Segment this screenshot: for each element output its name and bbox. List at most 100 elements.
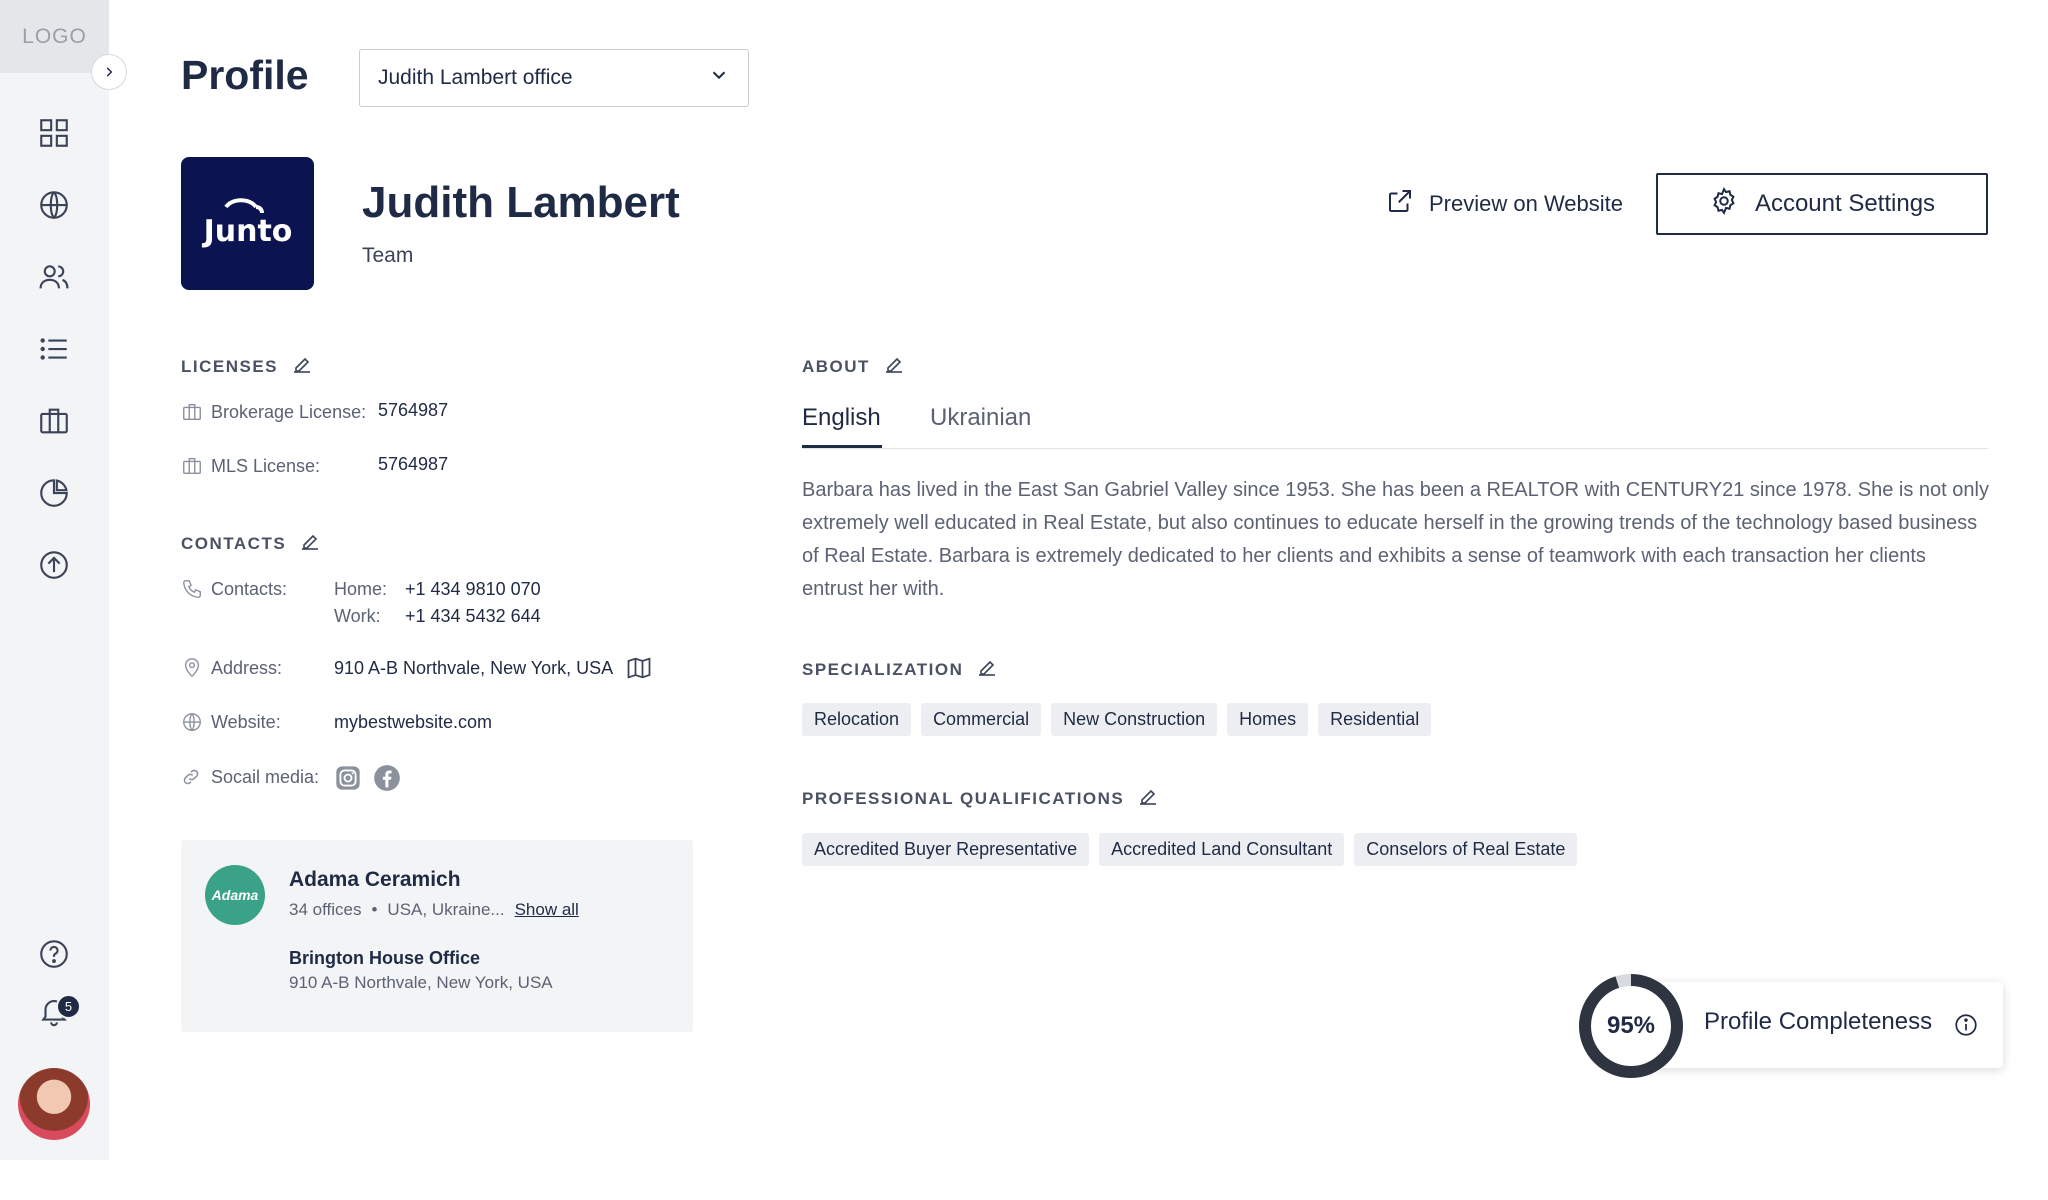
edit-qualifications-icon[interactable]: [1136, 784, 1160, 813]
upload-circle-icon[interactable]: [34, 545, 74, 585]
dashboard-grid-icon[interactable]: [34, 113, 74, 153]
svg-text:Junto: Junto: [201, 214, 292, 249]
specialization-chips: Relocation Commercial New Construction H…: [802, 703, 1432, 736]
edit-contacts-icon[interactable]: [298, 529, 322, 558]
specialization-section-heading: SPECIALIZATION: [802, 655, 999, 684]
account-settings-label: Account Settings: [1754, 190, 1936, 217]
contacts-label: Contacts:: [211, 578, 288, 599]
organization-name: Adama Ceramich: [289, 868, 461, 891]
map-icon[interactable]: [625, 654, 653, 687]
pie-chart-icon[interactable]: [34, 473, 74, 513]
about-language-tabs: English Ukrainian: [802, 398, 1988, 449]
home-phone-label: Home:: [334, 579, 388, 599]
sidebar: LOGO 5: [0, 0, 109, 1160]
brokerage-license-row: Brokerage License:: [181, 400, 366, 424]
organization-locations: USA, Ukraine...: [387, 900, 505, 919]
organization-meta: 34 offices • USA, Ukraine... Show all: [289, 900, 579, 920]
specialization-chip: Relocation: [802, 703, 912, 736]
organization-logo: Adama: [205, 865, 265, 925]
license-icon: [181, 454, 205, 478]
license-icon: [181, 400, 205, 424]
tab-english[interactable]: English: [802, 404, 881, 432]
specialization-heading: SPECIALIZATION: [802, 659, 964, 679]
profile-name: Judith Lambert: [362, 178, 680, 227]
organization-card[interactable]: Adama Adama Ceramich 34 offices • USA, U…: [181, 840, 693, 1032]
qualification-chip: Accredited Buyer Representative: [802, 833, 1090, 866]
about-section-heading: ABOUT: [802, 352, 906, 381]
edit-specialization-icon[interactable]: [975, 655, 999, 684]
website-row: Website:: [181, 710, 281, 734]
globe-icon: [181, 710, 205, 734]
contacts-heading: CONTACTS: [181, 533, 287, 553]
website-label: Website:: [211, 711, 281, 732]
link-icon: [181, 765, 205, 789]
show-all-link[interactable]: Show all: [515, 900, 579, 920]
user-avatar[interactable]: [18, 1068, 90, 1140]
contacts-section-heading: CONTACTS: [181, 529, 322, 558]
address-row: Address:: [181, 656, 282, 680]
qualification-chip: Conselors of Real Estate: [1354, 833, 1578, 866]
website-link[interactable]: mybestwebsite.com: [334, 712, 492, 733]
active-tab-indicator: [802, 445, 882, 448]
about-text: Barbara has lived in the East San Gabrie…: [802, 479, 1989, 600]
work-phone-label: Work:: [334, 606, 381, 626]
chevron-down-icon: [708, 64, 730, 92]
specialization-chip: New Construction: [1051, 703, 1218, 736]
licenses-section-heading: LICENSES: [181, 352, 314, 381]
home-phone-value[interactable]: +1 434 9810 070: [405, 579, 541, 600]
organization-offices: 34 offices: [289, 900, 362, 919]
edit-licenses-icon[interactable]: [290, 352, 314, 381]
sidebar-expand-button[interactable]: [91, 54, 127, 90]
branch-name: Brington House Office: [289, 948, 481, 968]
instagram-icon[interactable]: [334, 764, 362, 797]
edit-about-icon[interactable]: [882, 352, 906, 381]
licenses-heading: LICENSES: [181, 356, 279, 376]
brokerage-license-label: Brokerage License:: [211, 401, 367, 422]
tab-ukrainian[interactable]: Ukrainian: [930, 404, 1031, 432]
qualifications-section-heading: PROFESSIONAL QUALIFICATIONS: [802, 784, 1160, 813]
junto-logo-icon: Junto: [201, 197, 292, 249]
preview-on-website-link[interactable]: Preview on Website: [1385, 186, 1623, 222]
notification-count-badge: 5: [56, 994, 81, 1019]
facebook-icon[interactable]: [373, 764, 401, 797]
external-link-icon: [1385, 186, 1415, 222]
organization-logo-text: Adama: [211, 887, 259, 903]
globe-icon[interactable]: [34, 185, 74, 225]
social-media-row: Socail media:: [181, 765, 319, 789]
location-pin-icon: [181, 656, 205, 680]
qualifications-chips: Accredited Buyer Representative Accredit…: [802, 833, 1578, 866]
address-value: 910 A-B Northvale, New York, USA: [334, 658, 614, 678]
social-media-label: Socail media:: [211, 766, 320, 787]
users-icon[interactable]: [34, 257, 74, 297]
info-icon[interactable]: [1953, 1012, 1979, 1043]
profile-brand-logo: Junto: [181, 157, 314, 290]
branch-address: 910 A-B Northvale, New York, USA: [289, 973, 553, 992]
specialization-chip: Commercial: [921, 703, 1042, 736]
specialization-chip: Residential: [1318, 703, 1432, 736]
list-icon[interactable]: [34, 329, 74, 369]
profile-completeness-label: Profile Completeness: [1704, 1008, 1933, 1035]
phone-icon: [181, 577, 205, 601]
completeness-percent: 95%: [1606, 1012, 1656, 1039]
address-label: Address:: [211, 657, 283, 678]
specialization-chip: Homes: [1227, 703, 1309, 736]
brokerage-license-value: 5764987: [378, 400, 449, 420]
about-heading: ABOUT: [802, 356, 870, 376]
mls-license-label: MLS License:: [211, 455, 321, 476]
preview-on-website-label: Preview on Website: [1429, 191, 1624, 216]
profile-type: Team: [362, 244, 414, 267]
page-title: Profile: [181, 52, 309, 98]
qualifications-heading: PROFESSIONAL QUALIFICATIONS: [802, 788, 1125, 808]
account-settings-button[interactable]: Account Settings: [1656, 173, 1988, 235]
office-select-value: Judith Lambert office: [378, 66, 573, 89]
gear-icon: [1709, 186, 1739, 223]
work-phone-value[interactable]: +1 434 5432 644: [405, 606, 541, 627]
office-select[interactable]: Judith Lambert office: [359, 49, 749, 107]
briefcase-icon[interactable]: [34, 401, 74, 441]
mls-license-row: MLS License:: [181, 454, 320, 478]
mls-license-value: 5764987: [378, 454, 449, 474]
help-icon[interactable]: [34, 934, 74, 974]
contacts-row: Contacts:: [181, 577, 287, 601]
meta-separator: •: [371, 900, 378, 919]
qualification-chip: Accredited Land Consultant: [1099, 833, 1345, 866]
